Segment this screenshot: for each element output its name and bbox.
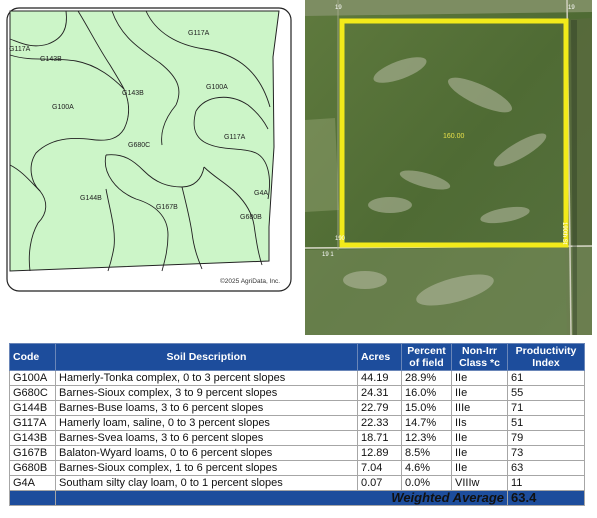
table-row: G117A Hamerly loam, saline, 0 to 3 percen…	[9, 415, 585, 431]
map-label: G167B	[156, 204, 178, 211]
table-row: G4A Southam silty clay loam, 0 to 1 perce…	[9, 475, 585, 491]
map-label: G117A	[224, 134, 246, 141]
table-row: G680B Barnes-Sioux complex, 1 to 6 percen…	[9, 460, 585, 476]
map-label: G143B	[40, 56, 62, 63]
field-acres-label: 160.00	[443, 133, 465, 140]
field-polygon	[9, 10, 280, 272]
table-header-row: Code Soil Description Acres Percent of fi…	[9, 343, 585, 371]
aerial-photo: 160.00 19 19 19 1 190 190th St	[305, 0, 592, 335]
map-label: G144B	[80, 195, 102, 202]
col-header-percent: Percent of field	[401, 343, 452, 371]
map-label: G100A	[52, 104, 74, 111]
map-label: G143B	[122, 90, 144, 97]
map-label: G100A	[206, 84, 228, 91]
map-credit: ©2025 AgriData, Inc.	[220, 277, 280, 285]
map-label: G680C	[128, 142, 150, 149]
table-row: G100A Hamerly-Tonka complex, 0 to 3 perce…	[9, 370, 585, 386]
col-header-index: Productivity Index	[507, 343, 585, 371]
table-row: G143B Barnes-Svea loams, 3 to 6 percent s…	[9, 430, 585, 446]
col-header-acres: Acres	[357, 343, 402, 371]
weighted-average-value: 63.4	[507, 490, 585, 506]
road-label: 190th St	[561, 222, 567, 245]
table-row: G167B Balaton-Wyard loams, 0 to 6 percent…	[9, 445, 585, 461]
map-label: G117A	[9, 46, 31, 53]
soil-table: Code Soil Description Acres Percent of fi…	[9, 343, 585, 506]
map-label: G117A	[188, 30, 210, 37]
map-label: G4A	[254, 190, 268, 197]
map-label: G680B	[240, 214, 262, 221]
table-row: G680C Barnes-Sioux complex, 3 to 9 percen…	[9, 385, 585, 401]
road-label: 19 1	[322, 252, 334, 258]
road-label: 190	[335, 236, 346, 242]
table-row: G144B Barnes-Buse loams, 3 to 6 percent s…	[9, 400, 585, 416]
col-header-class: Non-Irr Class *c	[451, 343, 508, 371]
weighted-average-row: Weighted Average 63.4	[9, 490, 585, 506]
road-label: 19	[568, 5, 575, 11]
col-header-description: Soil Description	[55, 343, 358, 371]
soil-map: G117A G143B G100A G143B G100A G117A G117…	[6, 7, 292, 292]
road-label: 19	[335, 5, 342, 11]
col-header-code: Code	[9, 343, 56, 371]
weighted-average-label: Weighted Average	[55, 490, 508, 506]
